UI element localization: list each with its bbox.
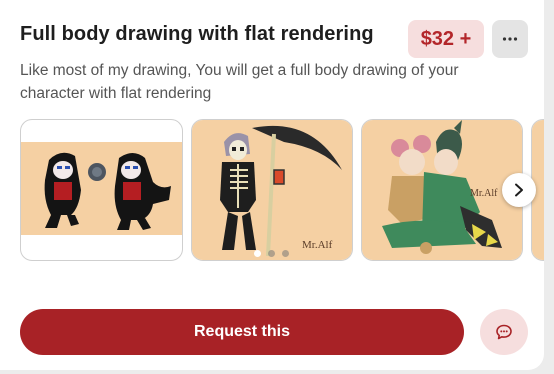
pagination-dot[interactable] (254, 250, 261, 257)
chat-button[interactable] (480, 309, 528, 355)
gallery-image-2[interactable]: Mr.Alf (191, 119, 353, 261)
chevron-right-icon (515, 183, 523, 197)
pagination-dot[interactable] (282, 250, 289, 257)
artist-signature: Mr.Alf (470, 188, 498, 199)
gallery-pagination (254, 250, 289, 257)
chat-bubble-icon (496, 324, 512, 340)
more-options-button[interactable] (492, 20, 528, 58)
price-badge: $32 + (408, 20, 484, 58)
image-gallery: Mr.Alf Mr.Alf (20, 119, 544, 261)
request-button[interactable]: Request this (20, 309, 464, 355)
pagination-dot[interactable] (268, 250, 275, 257)
commission-card: Full body drawing with flat rendering $3… (0, 0, 544, 370)
artist-signature: Mr.Alf (302, 239, 333, 251)
gallery-next-button[interactable] (502, 173, 536, 207)
more-horizontal-icon (502, 37, 518, 41)
commission-title: Full body drawing with flat rendering (20, 23, 374, 45)
gallery-image-1[interactable] (20, 119, 183, 261)
commission-description: Like most of my drawing, You will get a … (20, 62, 459, 102)
gallery-image-3[interactable]: Mr.Alf (361, 119, 523, 261)
